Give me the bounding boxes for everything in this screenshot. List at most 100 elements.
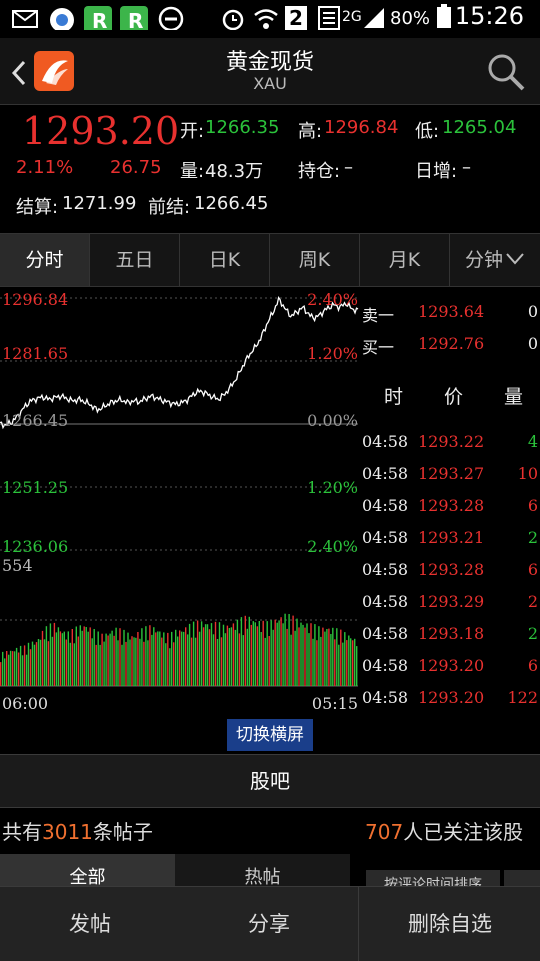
sim-icon: 2 — [285, 6, 307, 30]
trade-time: 04:58 — [362, 432, 409, 451]
trade-time: 04:58 — [362, 464, 409, 483]
trade-time: 04:58 — [362, 688, 409, 707]
volume-bar — [294, 630, 296, 686]
volume-bar — [264, 637, 266, 686]
volume-bar — [25, 654, 28, 686]
volume-bar — [99, 644, 101, 686]
volume-bar — [300, 622, 302, 686]
volume-bar — [147, 640, 149, 686]
volume-bar — [188, 623, 191, 686]
volume-bar — [103, 641, 105, 686]
guba-forum-bar[interactable]: 股吧 — [0, 754, 540, 808]
volume-bar — [109, 633, 111, 686]
volume-bar — [8, 654, 10, 686]
post-button[interactable]: 发帖 — [0, 887, 180, 961]
volume-bar — [204, 624, 207, 686]
volume-bar — [246, 628, 248, 686]
tab-minute[interactable]: 分钟 — [450, 234, 540, 286]
volume-bar — [13, 651, 16, 686]
low-label: 低: — [415, 121, 440, 142]
post-subtabs: 全部 热帖 按评论时间排序 — [0, 854, 540, 894]
volume-bar — [258, 621, 260, 686]
volume-bar — [200, 621, 203, 686]
volume-bar — [163, 632, 165, 686]
switch-landscape-button[interactable]: 切换横屏 — [227, 719, 313, 751]
position-value: – — [344, 157, 353, 178]
volume-bar — [15, 647, 18, 686]
trade-price: 1293.28 — [418, 496, 485, 515]
tab-weekly-k[interactable]: 周K — [270, 234, 360, 286]
trade-price: 1293.22 — [418, 432, 485, 451]
open-value: 1266.35 — [205, 117, 280, 138]
r-app-icon: R — [84, 6, 112, 30]
buy-label: 买一 — [362, 338, 395, 357]
volume-bar — [183, 631, 185, 686]
volume-bar — [23, 645, 26, 686]
volume-bar — [254, 622, 256, 686]
volume-bar — [274, 619, 276, 686]
volume-bar — [296, 618, 298, 686]
network-type: 2G — [342, 9, 362, 25]
volume-bar — [348, 635, 350, 686]
volume-bar — [59, 631, 62, 686]
volume-bar — [266, 621, 268, 686]
volume-bar — [256, 626, 258, 686]
trade-time: 04:58 — [362, 592, 409, 611]
volume-bar — [45, 626, 48, 686]
volume-bar — [332, 627, 334, 686]
tab-timeshare[interactable]: 分时 — [0, 234, 90, 286]
volume-bar — [107, 635, 109, 686]
tab-monthly-k[interactable]: 月K — [360, 234, 450, 286]
remove-watchlist-button[interactable]: 删除自选 — [360, 887, 540, 961]
battery-percent: 80% — [390, 8, 431, 29]
volume-bar — [127, 632, 129, 686]
volume-bar — [11, 651, 14, 686]
col-header-time: 时 — [384, 386, 404, 408]
volume-bar — [232, 623, 235, 686]
trade-row: 04:58 1293.20 6 — [360, 656, 540, 684]
volume-bar — [312, 638, 314, 686]
timeshare-chart[interactable]: 1296.84 1281.65 1266.45 1251.25 1236.06 … — [0, 288, 360, 718]
volume-bar — [272, 629, 274, 686]
volume-bar — [31, 641, 34, 686]
volume-bar — [75, 626, 77, 686]
volume-bar — [240, 617, 243, 686]
volume-bar — [336, 628, 338, 686]
volume-bar — [135, 637, 137, 686]
volume-bar — [228, 628, 231, 686]
volume-bar — [354, 638, 356, 686]
clock: 15:26 — [454, 2, 524, 30]
buy-volume: 0 — [527, 334, 538, 353]
volume-bar — [226, 625, 229, 686]
volume-bar — [9, 650, 12, 686]
volume-bar — [340, 629, 342, 686]
trade-volume: 2 — [527, 592, 538, 611]
mail-icon — [12, 10, 38, 28]
chevron-down-icon — [506, 253, 524, 265]
open-label: 开: — [180, 121, 205, 142]
tab-minute-label: 分钟 — [464, 249, 503, 271]
tab-five-day[interactable]: 五日 — [90, 234, 180, 286]
volume-bar — [334, 639, 336, 686]
volume-bar — [115, 627, 117, 686]
volume-bar — [53, 622, 56, 686]
volume-bar — [51, 636, 54, 686]
trade-volume: 122 — [507, 688, 538, 707]
x-tick-label: 06:00 — [2, 694, 49, 713]
volume-bar — [216, 639, 219, 686]
browser-icon — [50, 8, 74, 30]
volume-bar — [187, 634, 189, 686]
volume-bar — [2, 651, 4, 686]
pct-tick-label: 0.00% — [307, 411, 358, 430]
r-app-icon: R — [120, 6, 148, 30]
trade-price: 1293.20 — [418, 688, 485, 707]
share-button[interactable]: 分享 — [180, 887, 359, 961]
volume-bar — [57, 627, 60, 686]
volume-bar — [101, 633, 103, 686]
network-icon — [318, 6, 340, 30]
search-icon[interactable] — [486, 52, 526, 92]
volume-bar — [192, 621, 195, 686]
volume-bar — [95, 644, 97, 686]
trade-row: 04:58 1293.21 2 — [360, 528, 540, 556]
tab-daily-k[interactable]: 日K — [180, 234, 270, 286]
